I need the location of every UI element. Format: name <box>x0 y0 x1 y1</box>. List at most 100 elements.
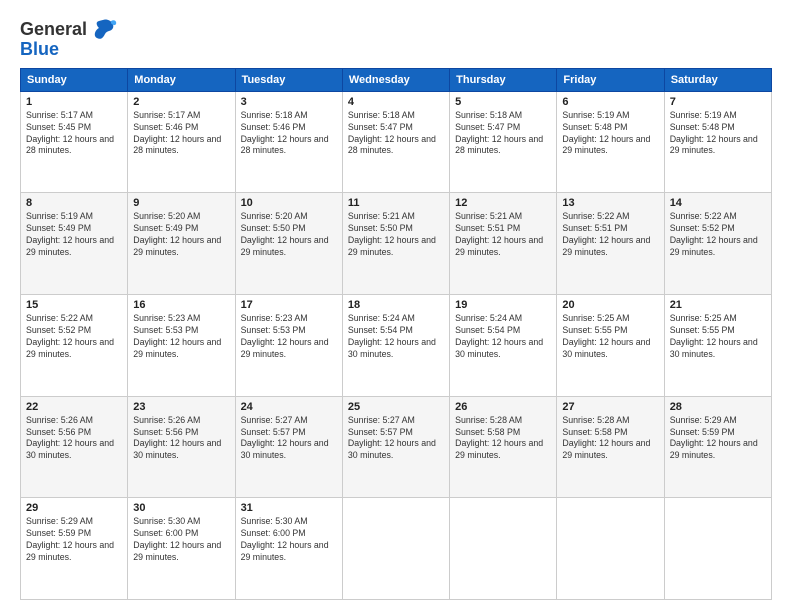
cell-info: Sunrise: 5:21 AMSunset: 5:50 PMDaylight:… <box>348 211 444 259</box>
calendar-cell: 26 Sunrise: 5:28 AMSunset: 5:58 PMDayligh… <box>450 396 557 498</box>
cell-info: Sunrise: 5:30 AMSunset: 6:00 PMDaylight:… <box>241 516 337 564</box>
cell-info: Sunrise: 5:26 AMSunset: 5:56 PMDaylight:… <box>26 415 122 463</box>
cell-day-number: 26 <box>455 401 551 413</box>
calendar-header-saturday: Saturday <box>664 68 771 91</box>
calendar-cell: 28 Sunrise: 5:29 AMSunset: 5:59 PMDayligh… <box>664 396 771 498</box>
page: General Blue SundayMondayTuesdayWednesda… <box>0 0 792 612</box>
cell-day-number: 19 <box>455 299 551 311</box>
cell-day-number: 7 <box>670 96 766 108</box>
cell-info: Sunrise: 5:29 AMSunset: 5:59 PMDaylight:… <box>26 516 122 564</box>
calendar-cell: 9 Sunrise: 5:20 AMSunset: 5:49 PMDaylight… <box>128 193 235 295</box>
calendar-week-row: 8 Sunrise: 5:19 AMSunset: 5:49 PMDaylight… <box>21 193 772 295</box>
cell-day-number: 2 <box>133 96 229 108</box>
calendar-cell: 11 Sunrise: 5:21 AMSunset: 5:50 PMDayligh… <box>342 193 449 295</box>
logo-general-text: General <box>20 20 87 40</box>
cell-info: Sunrise: 5:19 AMSunset: 5:48 PMDaylight:… <box>562 110 658 158</box>
calendar-cell: 24 Sunrise: 5:27 AMSunset: 5:57 PMDayligh… <box>235 396 342 498</box>
cell-info: Sunrise: 5:17 AMSunset: 5:46 PMDaylight:… <box>133 110 229 158</box>
cell-day-number: 17 <box>241 299 337 311</box>
cell-day-number: 10 <box>241 197 337 209</box>
cell-info: Sunrise: 5:24 AMSunset: 5:54 PMDaylight:… <box>348 313 444 361</box>
cell-info: Sunrise: 5:19 AMSunset: 5:48 PMDaylight:… <box>670 110 766 158</box>
cell-info: Sunrise: 5:20 AMSunset: 5:49 PMDaylight:… <box>133 211 229 259</box>
cell-info: Sunrise: 5:28 AMSunset: 5:58 PMDaylight:… <box>562 415 658 463</box>
calendar-header-sunday: Sunday <box>21 68 128 91</box>
calendar-cell: 29 Sunrise: 5:29 AMSunset: 5:59 PMDayligh… <box>21 498 128 600</box>
cell-day-number: 16 <box>133 299 229 311</box>
cell-day-number: 8 <box>26 197 122 209</box>
calendar-cell: 14 Sunrise: 5:22 AMSunset: 5:52 PMDayligh… <box>664 193 771 295</box>
cell-info: Sunrise: 5:17 AMSunset: 5:45 PMDaylight:… <box>26 110 122 158</box>
calendar-header-tuesday: Tuesday <box>235 68 342 91</box>
cell-day-number: 11 <box>348 197 444 209</box>
calendar-header-row: SundayMondayTuesdayWednesdayThursdayFrid… <box>21 68 772 91</box>
calendar-cell: 5Sunrise: 5:18 AMSunset: 5:47 PMDaylight… <box>450 91 557 193</box>
cell-day-number: 30 <box>133 502 229 514</box>
cell-day-number: 31 <box>241 502 337 514</box>
cell-day-number: 3 <box>241 96 337 108</box>
calendar-cell <box>342 498 449 600</box>
cell-day-number: 13 <box>562 197 658 209</box>
cell-info: Sunrise: 5:30 AMSunset: 6:00 PMDaylight:… <box>133 516 229 564</box>
cell-day-number: 29 <box>26 502 122 514</box>
calendar-cell <box>664 498 771 600</box>
cell-day-number: 5 <box>455 96 551 108</box>
calendar-week-row: 15 Sunrise: 5:22 AMSunset: 5:52 PMDayligh… <box>21 295 772 397</box>
cell-info: Sunrise: 5:26 AMSunset: 5:56 PMDaylight:… <box>133 415 229 463</box>
calendar-header-monday: Monday <box>128 68 235 91</box>
calendar-header-friday: Friday <box>557 68 664 91</box>
cell-day-number: 15 <box>26 299 122 311</box>
calendar-header-wednesday: Wednesday <box>342 68 449 91</box>
cell-info: Sunrise: 5:28 AMSunset: 5:58 PMDaylight:… <box>455 415 551 463</box>
logo-bird-icon <box>89 16 117 44</box>
cell-info: Sunrise: 5:27 AMSunset: 5:57 PMDaylight:… <box>241 415 337 463</box>
calendar-cell: 27 Sunrise: 5:28 AMSunset: 5:58 PMDayligh… <box>557 396 664 498</box>
calendar-week-row: 29 Sunrise: 5:29 AMSunset: 5:59 PMDayligh… <box>21 498 772 600</box>
cell-day-number: 20 <box>562 299 658 311</box>
logo: General Blue <box>20 16 117 60</box>
calendar-week-row: 22 Sunrise: 5:26 AMSunset: 5:56 PMDayligh… <box>21 396 772 498</box>
cell-day-number: 4 <box>348 96 444 108</box>
calendar-cell <box>450 498 557 600</box>
calendar-cell: 12Sunrise: 5:21 AMSunset: 5:51 PMDayligh… <box>450 193 557 295</box>
calendar-cell: 16 Sunrise: 5:23 AMSunset: 5:53 PMDayligh… <box>128 295 235 397</box>
calendar-cell: 3 Sunrise: 5:18 AMSunset: 5:46 PMDaylight… <box>235 91 342 193</box>
calendar-cell <box>557 498 664 600</box>
cell-info: Sunrise: 5:24 AMSunset: 5:54 PMDaylight:… <box>455 313 551 361</box>
calendar-table: SundayMondayTuesdayWednesdayThursdayFrid… <box>20 68 772 600</box>
calendar-cell: 20 Sunrise: 5:25 AMSunset: 5:55 PMDayligh… <box>557 295 664 397</box>
cell-day-number: 24 <box>241 401 337 413</box>
calendar-week-row: 1 Sunrise: 5:17 AMSunset: 5:45 PMDaylight… <box>21 91 772 193</box>
calendar-cell: 7 Sunrise: 5:19 AMSunset: 5:48 PMDaylight… <box>664 91 771 193</box>
cell-info: Sunrise: 5:22 AMSunset: 5:52 PMDaylight:… <box>26 313 122 361</box>
cell-info: Sunrise: 5:25 AMSunset: 5:55 PMDaylight:… <box>562 313 658 361</box>
cell-day-number: 21 <box>670 299 766 311</box>
cell-info: Sunrise: 5:23 AMSunset: 5:53 PMDaylight:… <box>133 313 229 361</box>
cell-info: Sunrise: 5:19 AMSunset: 5:49 PMDaylight:… <box>26 211 122 259</box>
calendar-cell: 6 Sunrise: 5:19 AMSunset: 5:48 PMDaylight… <box>557 91 664 193</box>
calendar-cell: 17 Sunrise: 5:23 AMSunset: 5:53 PMDayligh… <box>235 295 342 397</box>
cell-day-number: 6 <box>562 96 658 108</box>
cell-day-number: 14 <box>670 197 766 209</box>
calendar-cell: 31 Sunrise: 5:30 AMSunset: 6:00 PMDayligh… <box>235 498 342 600</box>
cell-info: Sunrise: 5:25 AMSunset: 5:55 PMDaylight:… <box>670 313 766 361</box>
cell-info: Sunrise: 5:23 AMSunset: 5:53 PMDaylight:… <box>241 313 337 361</box>
cell-day-number: 27 <box>562 401 658 413</box>
cell-day-number: 1 <box>26 96 122 108</box>
cell-info: Sunrise: 5:22 AMSunset: 5:52 PMDaylight:… <box>670 211 766 259</box>
cell-day-number: 9 <box>133 197 229 209</box>
cell-day-number: 23 <box>133 401 229 413</box>
cell-info: Sunrise: 5:18 AMSunset: 5:46 PMDaylight:… <box>241 110 337 158</box>
calendar-cell: 10 Sunrise: 5:20 AMSunset: 5:50 PMDayligh… <box>235 193 342 295</box>
calendar-cell: 15 Sunrise: 5:22 AMSunset: 5:52 PMDayligh… <box>21 295 128 397</box>
cell-day-number: 22 <box>26 401 122 413</box>
cell-info: Sunrise: 5:20 AMSunset: 5:50 PMDaylight:… <box>241 211 337 259</box>
calendar-cell: 30 Sunrise: 5:30 AMSunset: 6:00 PMDayligh… <box>128 498 235 600</box>
header: General Blue <box>20 16 772 60</box>
calendar-cell: 25Sunrise: 5:27 AMSunset: 5:57 PMDayligh… <box>342 396 449 498</box>
cell-day-number: 28 <box>670 401 766 413</box>
cell-info: Sunrise: 5:29 AMSunset: 5:59 PMDaylight:… <box>670 415 766 463</box>
calendar-cell: 23 Sunrise: 5:26 AMSunset: 5:56 PMDayligh… <box>128 396 235 498</box>
calendar-cell: 21 Sunrise: 5:25 AMSunset: 5:55 PMDayligh… <box>664 295 771 397</box>
cell-info: Sunrise: 5:18 AMSunset: 5:47 PMDaylight:… <box>348 110 444 158</box>
